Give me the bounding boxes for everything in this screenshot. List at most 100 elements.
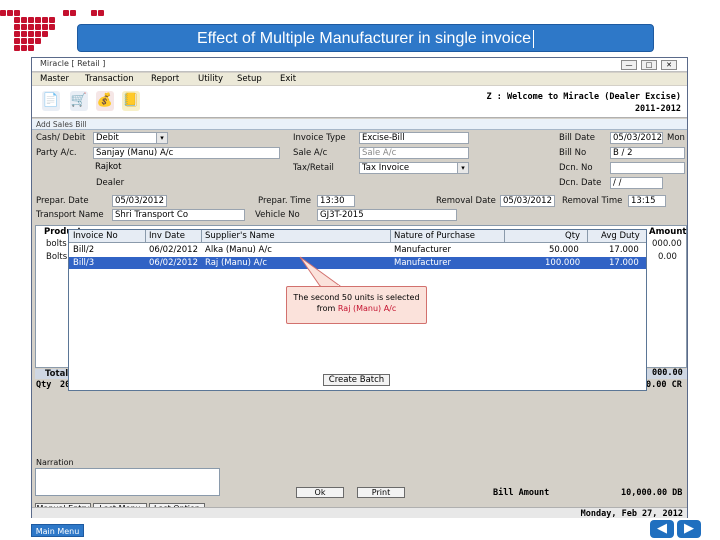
create-batch-button[interactable]: Create Batch [323,374,390,386]
removal-time-label: Removal Time [562,196,623,206]
decor-dot [21,38,27,44]
window-title: Miracle [ Retail ] [40,59,106,68]
menu-report[interactable]: Report [151,74,179,84]
col-inv-date: Inv Date [149,231,185,241]
main-menu-button[interactable]: Main Menu [31,524,84,537]
decor-dot [42,17,48,23]
decor-dot [49,24,55,30]
bill-amount-value: 10,000.00 DB [621,488,683,498]
transport-field[interactable]: Shri Transport Co [112,209,245,221]
popup-header: Invoice No Inv Date Supplier's Name Natu… [69,230,646,243]
ok-button[interactable]: Ok [296,487,344,498]
grid-row2-product[interactable]: Bolts [46,252,67,262]
note-icon[interactable]: 📒 [122,91,140,111]
total-label: Total [45,369,69,379]
maximize-icon[interactable]: □ [641,60,657,70]
bill-date-field[interactable]: 05/03/2012 [610,132,663,144]
decor-dot [35,17,41,23]
row-duty: 17.000 [609,245,639,255]
menu-master[interactable]: Master [40,74,69,84]
narration-input[interactable] [35,468,220,496]
new-document-icon[interactable]: 📄 [42,91,60,111]
amount-header: Amount [649,227,687,237]
popup-row-bill2[interactable]: Bill/2 06/02/2012 Alka (Manu) A/c Manufa… [69,244,646,256]
sale-ac-field[interactable]: Sale A/c [359,147,469,159]
row-nature: Manufacturer [394,258,451,268]
row-nature: Manufacturer [394,245,451,255]
decor-dot [35,38,41,44]
prepare-date-label: Prepar. Date [36,196,89,206]
menu-transaction[interactable]: Transaction [85,74,134,84]
tax-retail-select[interactable]: Tax Invoice [359,162,469,174]
removal-date-field[interactable]: 05/03/2012 [500,195,555,207]
decor-dot [21,45,27,51]
decor-dot [14,17,20,23]
annotation-callout: The second 50 units is selected from Raj… [286,286,427,324]
menu-bar: Master Transaction Report Utility Setup … [32,73,687,85]
dcn-date-field[interactable]: / / [610,177,663,189]
dealer-label: Dealer [96,178,125,188]
city-text: Rajkot [95,162,122,172]
tax-retail-label: Tax/Retail [293,163,334,173]
menu-setup[interactable]: Setup [237,74,262,84]
col-invoice-no: Invoice No [73,231,118,241]
arrow-left-icon[interactable]: ◀ [650,520,674,538]
decor-dot [63,10,69,16]
party-field[interactable]: Sanjay (Manu) A/c [93,147,280,159]
status-bar: Monday, Feb 27, 2012 [32,507,687,519]
bill-amount-label: Bill Amount [493,488,550,498]
vehicle-label: Vehicle No [255,210,300,220]
window-titlebar: Miracle [ Retail ] — □ ✕ [32,58,687,72]
row-date: 06/02/2012 [149,245,198,255]
welcome-text: Z : Welcome to Miracle (Dealer Excise) 2… [487,91,681,115]
removal-time-field[interactable]: 13:15 [628,195,666,207]
callout-line1: The second 50 units is selected [293,293,420,302]
welcome-year: 2011-2012 [634,104,681,114]
cash-debit-select[interactable]: Debit [93,132,168,144]
minimize-icon[interactable]: — [621,60,637,70]
row-supplier: Alka (Manu) A/c [205,245,272,255]
qty-label: Qty [36,380,52,390]
grid-row1-product[interactable]: bolts [46,239,67,249]
prepare-time-label: Prepar. Time [258,196,312,206]
decor-dot [28,24,34,30]
row-date: 06/02/2012 [149,258,198,268]
col-qty: Qty [565,231,581,241]
form-title: Add Sales Bill [36,120,87,129]
arrow-right-icon[interactable]: ▶ [677,520,701,538]
callout-highlight: Raj (Manu) A/c [337,304,397,313]
prepare-time-field[interactable]: 13:30 [317,195,355,207]
form-title-bar: Add Sales Bill [32,119,687,130]
popup-row-bill3-selected[interactable]: Bill/3 06/02/2012 Raj (Manu) A/c Manufac… [69,257,646,269]
dcn-no-field[interactable] [610,162,685,174]
print-button[interactable]: Print [357,487,405,498]
menu-exit[interactable]: Exit [280,74,296,84]
invoice-type-field[interactable]: Excise-Bill [359,132,469,144]
decor-dot [98,10,104,16]
menu-utility[interactable]: Utility [198,74,223,84]
bill-no-label: Bill No [559,148,587,158]
total-cr: 0.00 CR [646,380,682,390]
grid-row2-amount: 0.00 [658,252,677,262]
callout-prefix: from [316,304,338,313]
row-qty: 100.000 [545,258,581,268]
callout-pointer [299,256,342,287]
grid-row1-amount: 000.00 [652,239,682,249]
col-separator [504,230,505,243]
party-label: Party A/c. [36,148,77,158]
dcn-no-label: Dcn. No [559,163,593,173]
col-separator [145,230,146,243]
decor-dot [91,10,97,16]
prepare-date-field[interactable]: 05/03/2012 [112,195,167,207]
close-icon[interactable]: ✕ [661,60,677,70]
bill-no-field[interactable]: B / 2 [610,147,685,159]
bill-date-label: Bill Date [559,133,595,143]
row-supplier: Raj (Manu) A/c [205,258,267,268]
money-bag-icon[interactable]: 💰 [96,91,114,111]
cart-icon[interactable]: 🛒 [70,91,88,111]
col-supplier-name: Supplier's Name [205,231,275,241]
decor-dot [14,45,20,51]
callout-line2: from Raj (Manu) A/c [287,303,426,314]
decor-dot [14,38,20,44]
vehicle-field[interactable]: GJ3T-2015 [317,209,457,221]
